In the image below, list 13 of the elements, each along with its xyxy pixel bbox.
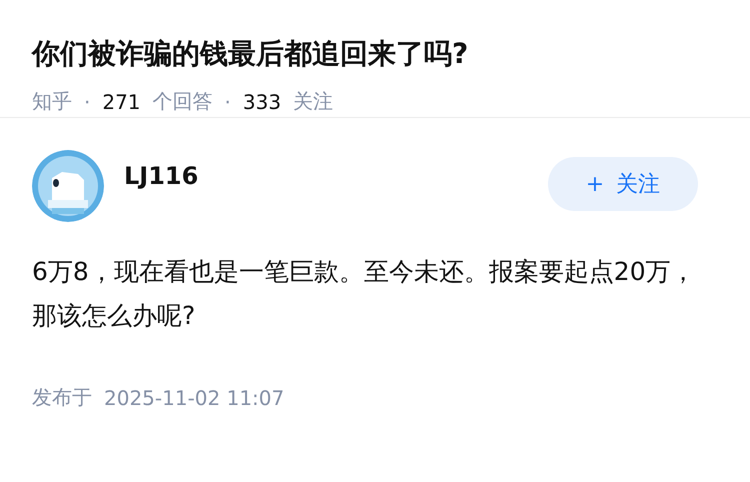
source-label[interactable]: 知乎: [32, 88, 72, 115]
published-label: 发布于: [32, 384, 92, 411]
author-name[interactable]: LJ116: [124, 162, 548, 190]
question-title: 你们被诈骗的钱最后都追回来了吗?: [32, 36, 470, 72]
follower-label: 关注: [293, 88, 334, 115]
follower-count: 333: [242, 90, 282, 114]
answer-text: 6万8，现在看也是一笔巨款。至今未还。报案要起点20万，那该怎么办呢?: [32, 256, 697, 332]
answer-count: 271: [102, 90, 141, 114]
published-time: 2025-11-02 11:07: [104, 386, 284, 410]
follow-button[interactable]: + 关注: [548, 157, 698, 211]
separator-dot: ·: [224, 90, 231, 114]
answer-label: 个回答: [152, 88, 213, 115]
separator-dot: ·: [84, 90, 90, 114]
